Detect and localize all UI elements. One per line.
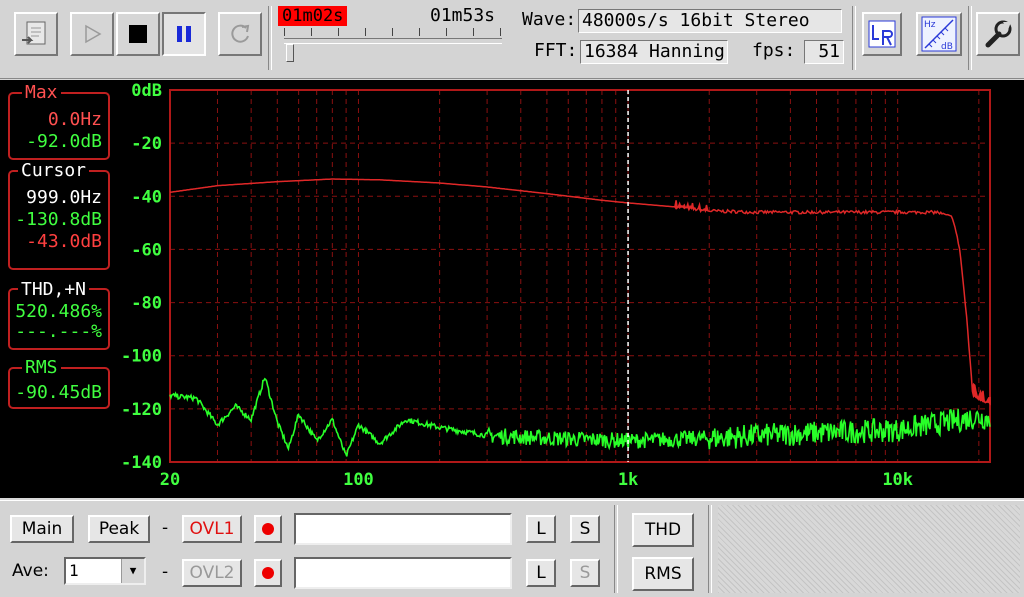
rms-button[interactable]: RMS: [632, 557, 694, 591]
settings-wrench-icon: [985, 20, 1012, 48]
dash-separator: -: [162, 518, 169, 538]
y-tick-label: -40: [131, 187, 162, 207]
ovl1-button[interactable]: OVL1: [182, 515, 242, 543]
ovl2-save-button[interactable]: S: [570, 559, 600, 587]
bottom-controls: Main Peak - OVL1 L S Ave: 1 ▼ - OVL2 L S…: [0, 500, 1024, 597]
plot-frame: [169, 89, 991, 463]
stop-button[interactable]: [116, 12, 160, 56]
open-file-button[interactable]: [14, 12, 58, 56]
loop-button[interactable]: [218, 12, 262, 56]
spectrum-plot[interactable]: 0dB -20 -40 -60 -80 -100 -120 -140 20 100 1k 10k: [118, 80, 1024, 498]
ovl1-save-button[interactable]: S: [570, 515, 600, 543]
svg-text:dB: dB: [941, 42, 953, 52]
dash-separator: -: [162, 562, 169, 582]
max-title: Max: [22, 84, 61, 102]
hz-db-scale-icon: Hz dB: [921, 16, 957, 52]
ave-label: Ave:: [12, 561, 49, 581]
play-icon: [85, 24, 102, 44]
max-level: -92.0dB: [26, 131, 102, 152]
y-tick-label: -140: [121, 453, 162, 473]
cursor-level-green: -130.8dB: [15, 209, 102, 230]
open-file-icon: [22, 21, 46, 45]
settings-button[interactable]: [976, 12, 1020, 56]
readout-panel: 0.0Hz -92.0dB Max 999.0Hz -130.8dB -43.0…: [0, 80, 118, 498]
fft-setting-field[interactable]: 16384 Hanning: [580, 40, 728, 64]
hz-db-scale-button[interactable]: Hz dB: [916, 12, 962, 56]
record-icon: [262, 523, 274, 535]
bottom-separator: [708, 505, 712, 593]
cursor-level-red: -43.0dB: [26, 231, 102, 252]
wave-label: Wave:: [522, 9, 577, 30]
pause-icon: [177, 26, 191, 42]
series-green-spectrum: [169, 377, 991, 457]
max-group: 0.0Hz -92.0dB: [8, 92, 110, 160]
y-tick-label: -120: [121, 400, 162, 420]
bottom-separator: [614, 505, 618, 593]
rms-value: -90.45dB: [15, 382, 102, 403]
toolbar-separator: [268, 6, 272, 70]
thd-title: THD,+N: [18, 281, 90, 299]
thd-button[interactable]: THD: [632, 513, 694, 547]
record-icon: [262, 567, 274, 579]
x-tick-label: 100: [343, 470, 374, 490]
rms-title: RMS: [22, 359, 61, 377]
averaging-value: 1: [69, 561, 79, 580]
spectrum-chart[interactable]: 0dB -20 -40 -60 -80 -100 -120 -14020 100 1k 10k: [118, 80, 1024, 498]
pause-button[interactable]: [162, 12, 206, 56]
cursor-title: Cursor: [18, 162, 90, 180]
x-tick-label: 10k: [882, 470, 913, 490]
y-tick-label: -100: [121, 347, 162, 367]
lr-channel-icon: [868, 20, 896, 48]
record-ovl2-button[interactable]: [254, 559, 282, 587]
toolbar-separator: [968, 6, 972, 70]
ovl1-name-input[interactable]: [294, 513, 512, 545]
empty-panel-area: [718, 505, 1020, 593]
series-red-spectrum: [169, 178, 991, 406]
svg-text:Hz: Hz: [924, 20, 936, 30]
loop-icon: [231, 24, 250, 43]
play-button[interactable]: [70, 12, 114, 56]
fft-label: FFT:: [534, 40, 578, 61]
lr-channel-button[interactable]: [862, 12, 902, 56]
ovl1-load-button[interactable]: L: [526, 515, 556, 543]
x-tick-label: 1k: [618, 470, 638, 490]
stop-icon: [129, 25, 147, 43]
max-frequency: 0.0Hz: [47, 109, 102, 130]
y-tick-label: -20: [131, 134, 162, 154]
toolbar: 01m02s 01m53s Wave: 48000s/s 16bit Stere…: [0, 0, 1024, 79]
y-tick-label: 0dB: [131, 81, 162, 101]
ovl2-load-button[interactable]: L: [526, 559, 556, 587]
progress-ticks: [284, 28, 502, 36]
total-time: 01m53s: [430, 5, 496, 26]
progress-slider-thumb[interactable]: [286, 44, 295, 62]
toolbar-separator: [852, 6, 856, 70]
cursor-group: 999.0Hz -130.8dB -43.0dB: [8, 170, 110, 270]
thd-value-secondary: ---.---%: [15, 321, 102, 342]
ovl2-name-input[interactable]: [294, 557, 512, 589]
x-tick-label: 20: [160, 470, 180, 490]
averaging-select[interactable]: 1 ▼: [64, 557, 146, 585]
progress-slider-track[interactable]: [284, 38, 502, 44]
wave-format-field: 48000s/s 16bit Stereo: [578, 9, 842, 33]
y-tick-label: -60: [131, 240, 162, 260]
record-ovl1-button[interactable]: [254, 515, 282, 543]
thd-value-primary: 520.486%: [15, 301, 102, 322]
ovl2-button[interactable]: OVL2: [182, 559, 242, 587]
fps-value-field: 51: [804, 40, 844, 64]
elapsed-time: 01m02s: [278, 6, 348, 26]
fps-label: fps:: [752, 40, 796, 61]
peak-button[interactable]: Peak: [88, 515, 150, 543]
cursor-frequency: 999.0Hz: [26, 187, 102, 208]
main-button[interactable]: Main: [10, 515, 74, 543]
y-tick-label: -80: [131, 294, 162, 314]
chevron-down-icon[interactable]: ▼: [121, 559, 144, 583]
